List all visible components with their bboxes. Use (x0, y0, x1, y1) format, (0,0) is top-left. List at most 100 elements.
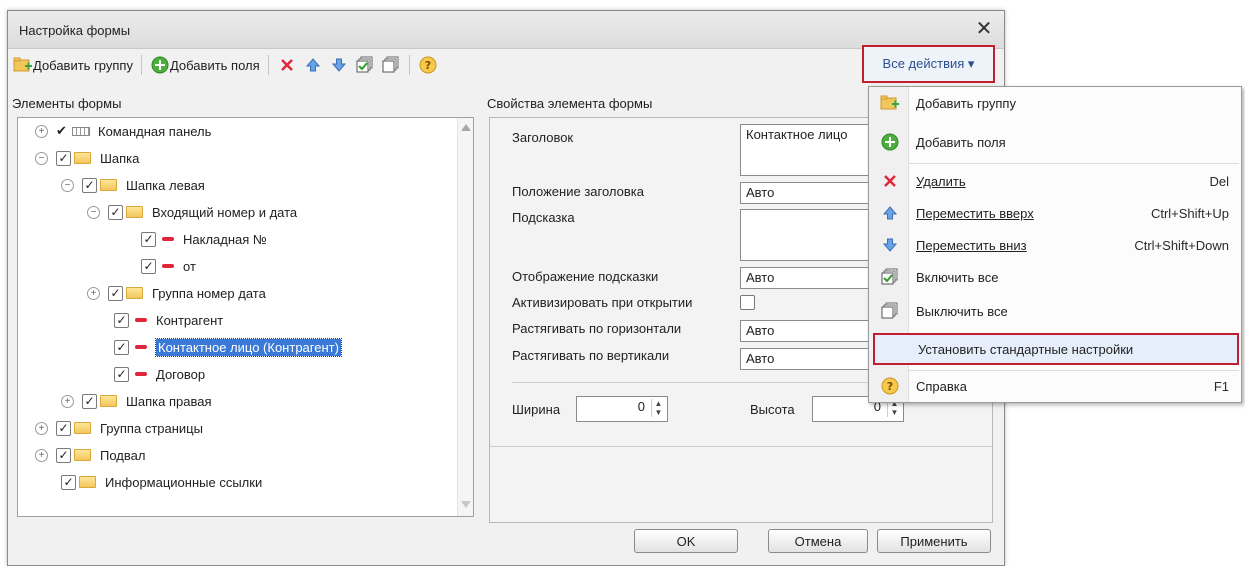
activate-on-open-label: Активизировать при открытии (512, 295, 693, 310)
all-actions-button[interactable]: Все действия ▾ (862, 45, 995, 83)
tree-row[interactable]: + ✓ Шапка правая (61, 388, 212, 414)
form-elements-title: Элементы формы (12, 96, 122, 111)
close-button[interactable]: ✕ (972, 17, 996, 41)
tree-row[interactable]: ✓ Накладная № (141, 226, 267, 252)
checkbox[interactable]: ✓ (108, 285, 123, 301)
help-icon: ? (418, 55, 438, 75)
tree-row[interactable]: + ✓ Подвал (35, 442, 145, 468)
expand-icon[interactable]: + (35, 421, 48, 435)
menu-shortcut: Del (1209, 173, 1229, 189)
enable-all-button[interactable] (352, 53, 378, 77)
command-panel-icon (72, 126, 90, 136)
tree-row[interactable]: ✓ от (141, 253, 196, 279)
menu-item-move-down[interactable]: Переместить вниз Ctrl+Shift+Down (869, 229, 1241, 261)
arrow-up-icon (880, 203, 900, 223)
help-button[interactable]: ? (415, 53, 441, 77)
tree-item-label: Контрагент (156, 312, 224, 328)
tree-row[interactable]: ✓ Информационные ссылки (61, 469, 262, 495)
checkbox[interactable]: ✓ (82, 177, 97, 193)
tree-row[interactable]: − ✓ Входящий номер и дата (87, 199, 297, 225)
scroll-up-icon[interactable] (461, 124, 471, 131)
collapse-icon[interactable]: − (87, 205, 100, 219)
width-spinner[interactable]: 0 ▲ ▼ (576, 396, 668, 422)
menu-item-delete[interactable]: Удалить Del (869, 165, 1241, 197)
delete-button[interactable] (274, 53, 300, 77)
checkbox[interactable]: ✓ (141, 258, 156, 274)
menu-item-set-default-settings[interactable]: Установить стандартные настройки (873, 333, 1239, 365)
add-circle-icon (880, 132, 900, 152)
checkmark-icon: ✔ (56, 123, 67, 138)
add-folder-icon (880, 93, 900, 113)
menu-item-label: Добавить поля (916, 134, 1006, 150)
scroll-down-icon[interactable] (461, 501, 471, 508)
checkbox[interactable]: ✓ (114, 339, 129, 355)
move-up-button[interactable] (300, 53, 326, 77)
menu-item-add-group[interactable]: Добавить группу (869, 87, 1241, 119)
folder-icon (79, 476, 96, 488)
field-icon (162, 264, 174, 268)
tree-row[interactable]: + ✔ Командная панель (35, 118, 211, 144)
menu-item-enable-all[interactable]: Включить все (869, 261, 1241, 293)
menu-item-label: Справка (916, 378, 967, 394)
folder-icon (74, 422, 91, 434)
tree-item-label-selected: Контактное лицо (Контрагент) (155, 337, 342, 357)
apply-button[interactable]: Применить (877, 529, 991, 553)
add-circle-icon (150, 55, 170, 75)
field-icon (162, 237, 174, 241)
ok-button[interactable]: OK (634, 529, 738, 553)
menu-item-disable-all[interactable]: Выключить все (869, 295, 1241, 327)
checkbox[interactable]: ✓ (141, 231, 156, 247)
disable-all-button[interactable] (378, 53, 404, 77)
checkbox[interactable]: ✓ (61, 474, 76, 490)
tree-row[interactable]: + ✓ Группа страницы (35, 415, 203, 441)
activate-on-open-checkbox[interactable] (740, 295, 755, 310)
checkbox[interactable]: ✓ (114, 366, 129, 382)
expand-icon[interactable]: + (61, 394, 74, 408)
stretch-vertical-label: Растягивать по вертикали (512, 348, 670, 363)
tree-item-label: Командная панель (98, 123, 212, 139)
checkbox[interactable]: ✓ (56, 420, 71, 436)
folder-icon (100, 395, 117, 407)
expand-icon[interactable]: + (87, 286, 100, 300)
cancel-button[interactable]: Отмена (768, 529, 868, 553)
collapse-icon[interactable]: − (35, 151, 48, 165)
divider (490, 446, 992, 447)
uncheck-all-icon (381, 55, 401, 75)
expand-icon[interactable]: + (35, 124, 48, 138)
add-fields-label: Добавить поля (169, 57, 260, 73)
tree-row[interactable]: − ✓ Шапка левая (61, 172, 205, 198)
menu-item-add-fields[interactable]: Добавить поля (869, 126, 1241, 158)
tree-item-label: Шапка правая (126, 393, 212, 409)
arrow-down-icon (329, 55, 349, 75)
checkbox[interactable]: ✓ (56, 150, 71, 166)
tree-row[interactable]: ✓ Контактное лицо (Контрагент) (114, 334, 342, 360)
add-group-button[interactable]: Добавить группу (10, 53, 136, 77)
collapse-icon[interactable]: − (61, 178, 74, 192)
tree-row[interactable]: ✓ Договор (114, 361, 205, 387)
tree-row[interactable]: ✓ Контрагент (114, 307, 223, 333)
window-title: Настройка формы (19, 23, 131, 38)
move-down-button[interactable] (326, 53, 352, 77)
checkbox[interactable]: ✓ (82, 393, 97, 409)
spinner-arrows-icon[interactable]: ▲ ▼ (651, 399, 665, 417)
menu-separator (909, 163, 1239, 164)
checkbox[interactable]: ✓ (56, 447, 71, 463)
folder-icon (74, 449, 91, 461)
folder-icon (126, 287, 143, 299)
menu-item-move-up[interactable]: Переместить вверх Ctrl+Shift+Up (869, 197, 1241, 229)
expand-icon[interactable]: + (35, 448, 48, 462)
add-folder-icon (13, 55, 33, 75)
menu-item-help[interactable]: ? Справка F1 (869, 370, 1241, 402)
tree-scrollbar[interactable] (457, 118, 473, 516)
checkbox[interactable]: ✓ (114, 312, 129, 328)
add-fields-button[interactable]: Добавить поля (147, 53, 263, 77)
tree-item-label: Подвал (100, 447, 146, 463)
tree-row[interactable]: − ✓ Шапка (35, 145, 139, 171)
menu-shortcut: Ctrl+Shift+Up (1150, 205, 1229, 221)
width-label: Ширина (512, 402, 561, 417)
checkbox[interactable]: ✓ (108, 204, 123, 220)
uncheck-all-icon (880, 301, 900, 321)
check-all-icon (880, 267, 900, 287)
tree-row[interactable]: + ✓ Группа номер дата (87, 280, 266, 306)
help-icon: ? (880, 376, 900, 396)
